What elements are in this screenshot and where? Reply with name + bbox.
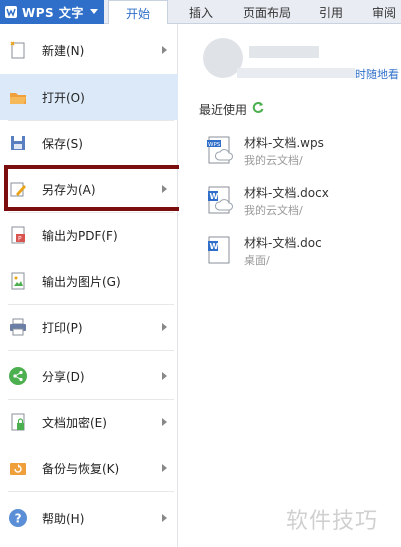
file-path: 我的云文档/ [244, 154, 303, 167]
menu-label: 文档加密(E) [42, 415, 107, 430]
recent-title: 最近使用 [199, 103, 248, 117]
file-path: 桌面/ [244, 254, 270, 267]
svg-text:?: ? [15, 512, 22, 526]
svg-text:W: W [210, 242, 219, 251]
tab-review[interactable]: 审阅 [364, 0, 401, 24]
save-icon [11, 136, 25, 150]
help-icon: ? [9, 509, 27, 527]
ribbon-tab-bar: WPS 文字 开始 插入 页面布局 引用 审阅 [0, 0, 401, 25]
recent-file-item[interactable]: WPS 材料-文档.wps 我的云文档/ [199, 134, 399, 176]
menu-label: 新建(N) [42, 43, 85, 58]
menu-item-save[interactable]: 保存(S) [0, 120, 178, 166]
menu-item-print[interactable]: 打印(P) [0, 304, 178, 350]
tab-page-layout[interactable]: 页面布局 [232, 0, 302, 24]
chevron-right-icon [162, 418, 167, 426]
chevron-down-icon [90, 9, 98, 14]
menu-item-share[interactable]: 分享(D) [0, 353, 178, 399]
file-name: 材料-文档.docx [244, 186, 329, 200]
image-export-icon [11, 272, 25, 290]
tab-insert[interactable]: 插入 [178, 0, 224, 24]
menu-label: 输出为PDF(F) [42, 228, 118, 243]
app-menu-button[interactable]: WPS 文字 [0, 0, 104, 24]
tab-home[interactable]: 开始 [108, 0, 168, 25]
chevron-right-icon [162, 323, 167, 331]
file-path: 我的云文档/ [244, 204, 303, 217]
backup-icon [10, 463, 26, 475]
share-icon [9, 367, 27, 385]
menu-label: 分享(D) [42, 369, 85, 384]
menu-item-new[interactable]: 新建(N) [0, 27, 178, 73]
menu-label: 备份与恢复(K) [42, 461, 120, 476]
docx-file-icon: W [208, 186, 233, 214]
wps-logo-icon [5, 6, 17, 18]
recent-file-item[interactable]: W 材料-文档.docx 我的云文档/ [199, 184, 399, 226]
chevron-right-icon [162, 514, 167, 522]
svg-text:W: W [210, 192, 219, 201]
print-icon [10, 318, 26, 336]
chevron-right-icon [162, 46, 167, 54]
open-folder-icon [10, 93, 26, 104]
menu-item-export-image[interactable]: 输出为图片(G) [0, 258, 178, 304]
menu-label: 帮助(H) [42, 511, 85, 526]
file-name: 材料-文档.doc [244, 236, 322, 250]
menu-item-help[interactable]: ? 帮助(H) [0, 495, 178, 541]
highlight-annotation-box [4, 165, 183, 211]
menu-label: 保存(S) [42, 136, 83, 151]
menu-item-backup[interactable]: 备份与恢复(K) [0, 445, 178, 491]
menu-label: 打印(P) [42, 320, 83, 335]
menu-label: 输出为图片(G) [42, 274, 121, 289]
menu-item-encrypt[interactable]: 文档加密(E) [0, 399, 178, 445]
account-info-blurred [237, 68, 355, 78]
menu-item-export-pdf[interactable]: P 输出为PDF(F) [0, 212, 178, 258]
new-doc-icon [10, 41, 25, 59]
svg-text:P: P [18, 236, 22, 243]
recent-file-item[interactable]: W 材料-文档.doc 桌面/ [199, 234, 399, 276]
wps-file-icon: WPS [207, 136, 233, 164]
encrypt-icon [11, 413, 25, 431]
cloud-promo-link[interactable]: 时随地看 [355, 66, 399, 82]
watermark: 软件技巧 [286, 509, 379, 534]
doc-file-icon: W [208, 236, 230, 264]
svg-text:WPS: WPS [208, 142, 221, 148]
tab-references[interactable]: 引用 [306, 0, 356, 24]
chevron-right-icon [162, 464, 167, 472]
menu-divider [8, 350, 174, 351]
recent-panel: 时随地看 最近使用 WPS 材料-文档.wps 我的云文档/ W 材料-文档.d… [179, 24, 401, 547]
file-name: 材料-文档.wps [244, 136, 324, 150]
app-title: WPS 文字 [22, 5, 84, 20]
pdf-icon: P [11, 226, 25, 244]
chevron-right-icon [162, 372, 167, 380]
file-menu: 新建(N) 打开(O) 保存(S) 另存为(A) P 输出为PDF(F) 输出为… [0, 24, 178, 547]
refresh-icon[interactable] [251, 100, 265, 114]
menu-label: 打开(O) [42, 90, 85, 105]
menu-divider [8, 491, 174, 492]
account-name-blurred [249, 46, 319, 58]
menu-item-open[interactable]: 打开(O) [0, 74, 178, 120]
